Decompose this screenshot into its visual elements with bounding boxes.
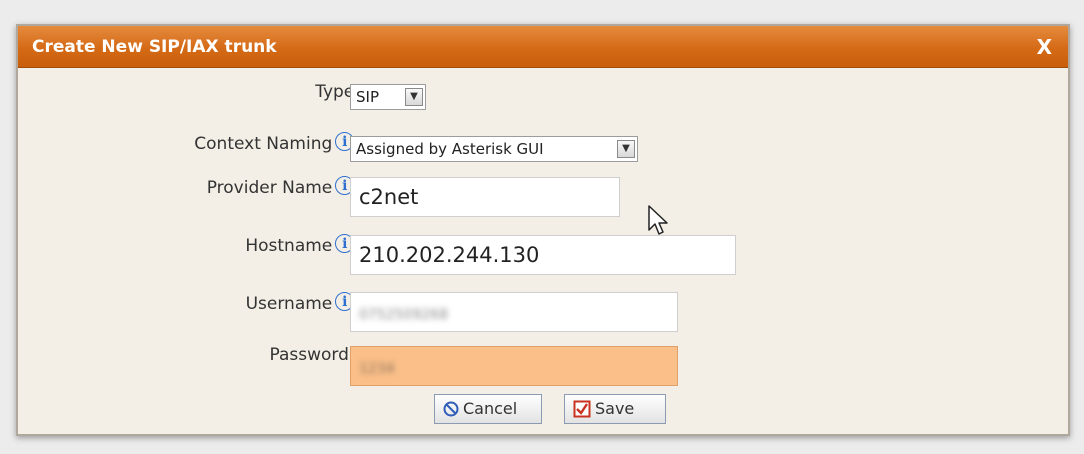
dialog-titlebar: Create New SIP/IAX trunk X xyxy=(18,26,1068,68)
context-naming-select[interactable]: Assigned by Asterisk GUI ▼ xyxy=(350,136,638,162)
username-label-text: Username xyxy=(245,294,333,314)
password-value: 1234 xyxy=(359,361,395,377)
create-trunk-dialog: Create New SIP/IAX trunk X Type: SIP ▼ C… xyxy=(16,24,1070,436)
cancel-button-label: Cancel xyxy=(463,399,518,418)
password-label-text: Password : xyxy=(269,345,360,365)
username-input[interactable]: 0752509268 xyxy=(350,292,678,332)
context-naming-select-value: Assigned by Asterisk GUI xyxy=(356,140,544,158)
provider-name-input[interactable]: c2net xyxy=(350,177,620,217)
checkbox-check-icon xyxy=(573,395,591,427)
save-button-label: Save xyxy=(595,399,635,418)
chevron-down-icon[interactable]: ▼ xyxy=(617,140,635,158)
username-label: Usernamei: xyxy=(245,292,360,314)
hostname-label-text: Hostname xyxy=(245,236,333,256)
type-select-value: SIP xyxy=(356,88,379,106)
password-label: Password : xyxy=(269,345,360,365)
mouse-cursor-icon xyxy=(648,205,670,241)
password-input[interactable]: 1234 xyxy=(350,346,678,386)
hostname-input[interactable]: 210.202.244.130 xyxy=(350,235,736,275)
save-button[interactable]: Save xyxy=(564,394,666,424)
provider-name-label: Provider Namei: xyxy=(206,176,360,198)
close-button[interactable]: X xyxy=(1037,35,1052,59)
username-value: 0752509268 xyxy=(359,307,449,323)
hostname-value: 210.202.244.130 xyxy=(359,243,540,267)
provider-name-value: c2net xyxy=(359,185,419,209)
provider-name-label-text: Provider Name xyxy=(206,178,333,198)
cancel-icon xyxy=(443,395,459,426)
context-naming-label: Context Namingi: xyxy=(194,132,360,154)
type-select[interactable]: SIP ▼ xyxy=(350,84,426,110)
cancel-button[interactable]: Cancel xyxy=(434,394,542,424)
context-naming-label-text: Context Naming xyxy=(194,134,333,154)
dialog-title: Create New SIP/IAX trunk xyxy=(32,37,277,57)
chevron-down-icon[interactable]: ▼ xyxy=(405,88,423,106)
hostname-label: Hostnamei: xyxy=(245,234,360,256)
